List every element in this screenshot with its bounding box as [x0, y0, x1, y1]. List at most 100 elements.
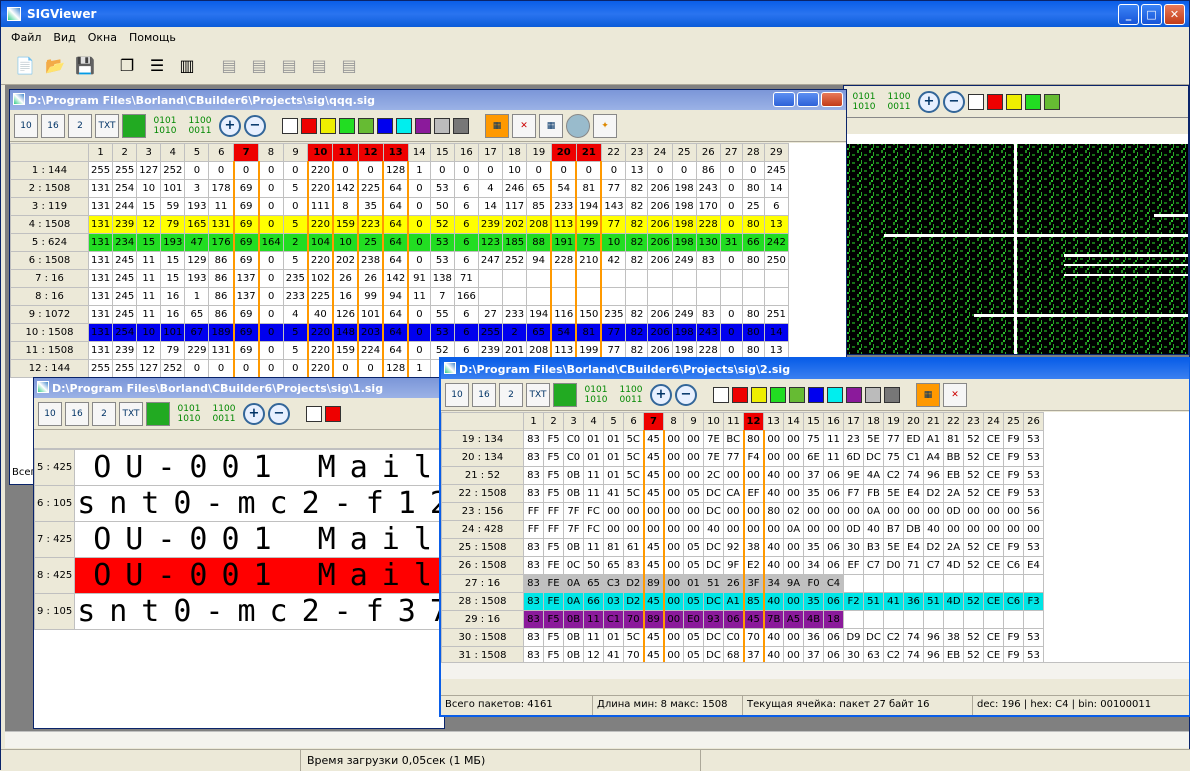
data-cell[interactable]: E4	[1023, 556, 1044, 575]
data-cell[interactable]: 83	[523, 646, 544, 662]
column-header[interactable]: 15	[429, 143, 455, 162]
data-cell[interactable]: 7E	[703, 448, 724, 467]
view-hex-icon[interactable]: 16	[41, 113, 65, 138]
data-cell[interactable]: 14	[763, 179, 789, 198]
data-cell[interactable]: 26	[357, 269, 385, 288]
column-header[interactable]: 4	[583, 412, 604, 431]
wand-icon[interactable]: ✦	[593, 113, 617, 138]
data-cell[interactable]: F5	[543, 448, 564, 467]
data-cell[interactable]: 13	[763, 215, 789, 234]
table-row[interactable]: 26 : 1508 83 FE 0C 50 65 83 45 00 05 DC 9F E2 40 00 34 0…	[441, 556, 1044, 575]
close-button[interactable]: ✕	[1164, 4, 1185, 25]
data-cell[interactable]: D0	[883, 556, 904, 575]
text-cell[interactable]: snt0-mc2-f37	[74, 593, 444, 630]
table-row[interactable]: 20 : 134 83 F5 C0 01 01 5C 45 00 00 7E 77 F4 00 00 6E 11…	[441, 448, 1044, 467]
data-cell[interactable]: 52	[963, 538, 984, 557]
data-cell[interactable]: 00	[803, 502, 824, 521]
data-cell[interactable]: 83	[523, 538, 544, 557]
cascade-windows-icon[interactable]: ❐	[113, 52, 141, 80]
data-cell[interactable]	[550, 269, 578, 288]
data-cell[interactable]: 47	[184, 233, 210, 252]
data-cell[interactable]: 193	[184, 269, 210, 288]
data-cell[interactable]	[763, 287, 789, 306]
data-cell[interactable]: 0B	[563, 466, 584, 485]
data-cell[interactable]: 0D	[943, 502, 964, 521]
data-cell[interactable]: FB	[863, 484, 884, 503]
data-cell[interactable]: 00	[663, 610, 684, 629]
data-cell[interactable]	[843, 574, 864, 593]
data-cell[interactable]: 0	[258, 323, 284, 342]
color-red-icon[interactable]	[325, 405, 341, 422]
data-cell[interactable]: 6	[453, 305, 479, 324]
data-cell[interactable]: CE	[983, 466, 1004, 485]
data-cell[interactable]: 52	[963, 430, 984, 449]
data-cell[interactable]	[741, 269, 765, 288]
data-cell[interactable]: 00	[623, 502, 644, 521]
data-cell[interactable]: 00	[663, 430, 684, 449]
view-dec-icon[interactable]: 10	[14, 113, 38, 138]
data-cell[interactable]	[923, 610, 944, 629]
color-blue-icon[interactable]	[808, 386, 824, 403]
table-row[interactable]: 4 : 1508 131 239 12 79 165 131 69 0 5 220 159 223 64 0…	[10, 215, 789, 234]
data-cell[interactable]: 176	[208, 233, 235, 252]
data-cell[interactable]: 30	[843, 646, 864, 662]
data-cell[interactable]: 242	[763, 233, 789, 252]
row-header[interactable]: 4 : 1508	[10, 215, 89, 234]
data-cell[interactable]: 83	[523, 448, 544, 467]
data-cell[interactable]: 220	[306, 359, 334, 378]
color-purple-icon[interactable]	[846, 386, 862, 403]
data-cell[interactable]: 69	[232, 197, 260, 216]
data-cell[interactable]: DC	[703, 592, 724, 611]
data-cell[interactable]: 50	[583, 556, 604, 575]
data-cell[interactable]: 11	[136, 287, 162, 306]
data-cell[interactable]: 74	[903, 646, 924, 662]
data-cell[interactable]: 00	[683, 448, 704, 467]
column-header[interactable]: 8	[663, 412, 684, 431]
data-cell[interactable]: 00	[663, 574, 684, 593]
data-cell[interactable]: 0B	[563, 610, 584, 629]
column-header[interactable]: 19	[883, 412, 904, 431]
data-cell[interactable]: 0A	[783, 520, 804, 539]
data-cell[interactable]: 8	[331, 197, 360, 216]
row-header[interactable]: 31 : 1508	[441, 646, 524, 662]
data-cell[interactable]: 142	[382, 269, 410, 288]
data-cell[interactable]: 64	[382, 215, 410, 234]
data-cell[interactable]: 83	[623, 556, 644, 575]
data-cell[interactable]: 64	[382, 179, 410, 198]
color-white-icon[interactable]	[282, 117, 298, 134]
data-cell[interactable]: 11	[583, 628, 604, 647]
data-cell[interactable]: 6E	[803, 448, 824, 467]
data-cell[interactable]: 5E	[883, 484, 904, 503]
data-cell[interactable]: F9	[1003, 646, 1024, 662]
data-cell[interactable]: 38	[742, 538, 765, 557]
data-cell[interactable]: 131	[87, 287, 114, 306]
data-cell[interactable]: 199	[575, 215, 603, 234]
row-header[interactable]: 8 : 16	[10, 287, 89, 306]
data-cell[interactable]: 138	[429, 269, 455, 288]
data-cell[interactable]: 00	[683, 502, 704, 521]
data-cell[interactable]: 0	[208, 359, 235, 378]
data-cell[interactable]: A5	[783, 610, 804, 629]
data-cell[interactable]: 45	[742, 610, 765, 629]
data-cell[interactable]: 255	[112, 161, 138, 180]
row-header[interactable]: 27 : 16	[441, 574, 524, 593]
data-cell[interactable]: 00	[663, 502, 684, 521]
data-cell[interactable]: 220	[306, 341, 334, 360]
data-cell[interactable]: C0	[563, 448, 584, 467]
data-cell[interactable]	[526, 287, 552, 306]
data-cell[interactable]: 61	[623, 538, 644, 557]
data-cell[interactable]: 53	[1023, 538, 1044, 557]
data-cell[interactable]: 71	[903, 556, 924, 575]
data-cell[interactable]: FE	[543, 556, 564, 575]
data-cell[interactable]: 6	[453, 233, 479, 252]
data-cell[interactable]: CE	[983, 556, 1004, 575]
data-cell[interactable]	[963, 610, 984, 629]
data-cell[interactable]: 00	[603, 502, 624, 521]
data-cell[interactable]: 69	[232, 233, 260, 252]
bits-b-icon[interactable]: 1100 0011	[883, 92, 915, 112]
bits-a-icon[interactable]: 0101 1010	[580, 385, 612, 405]
data-cell[interactable]: FE	[543, 574, 564, 593]
data-cell[interactable]: 5	[282, 323, 309, 342]
color-white-icon[interactable]	[968, 93, 984, 110]
data-cell[interactable]: 0	[477, 161, 504, 180]
